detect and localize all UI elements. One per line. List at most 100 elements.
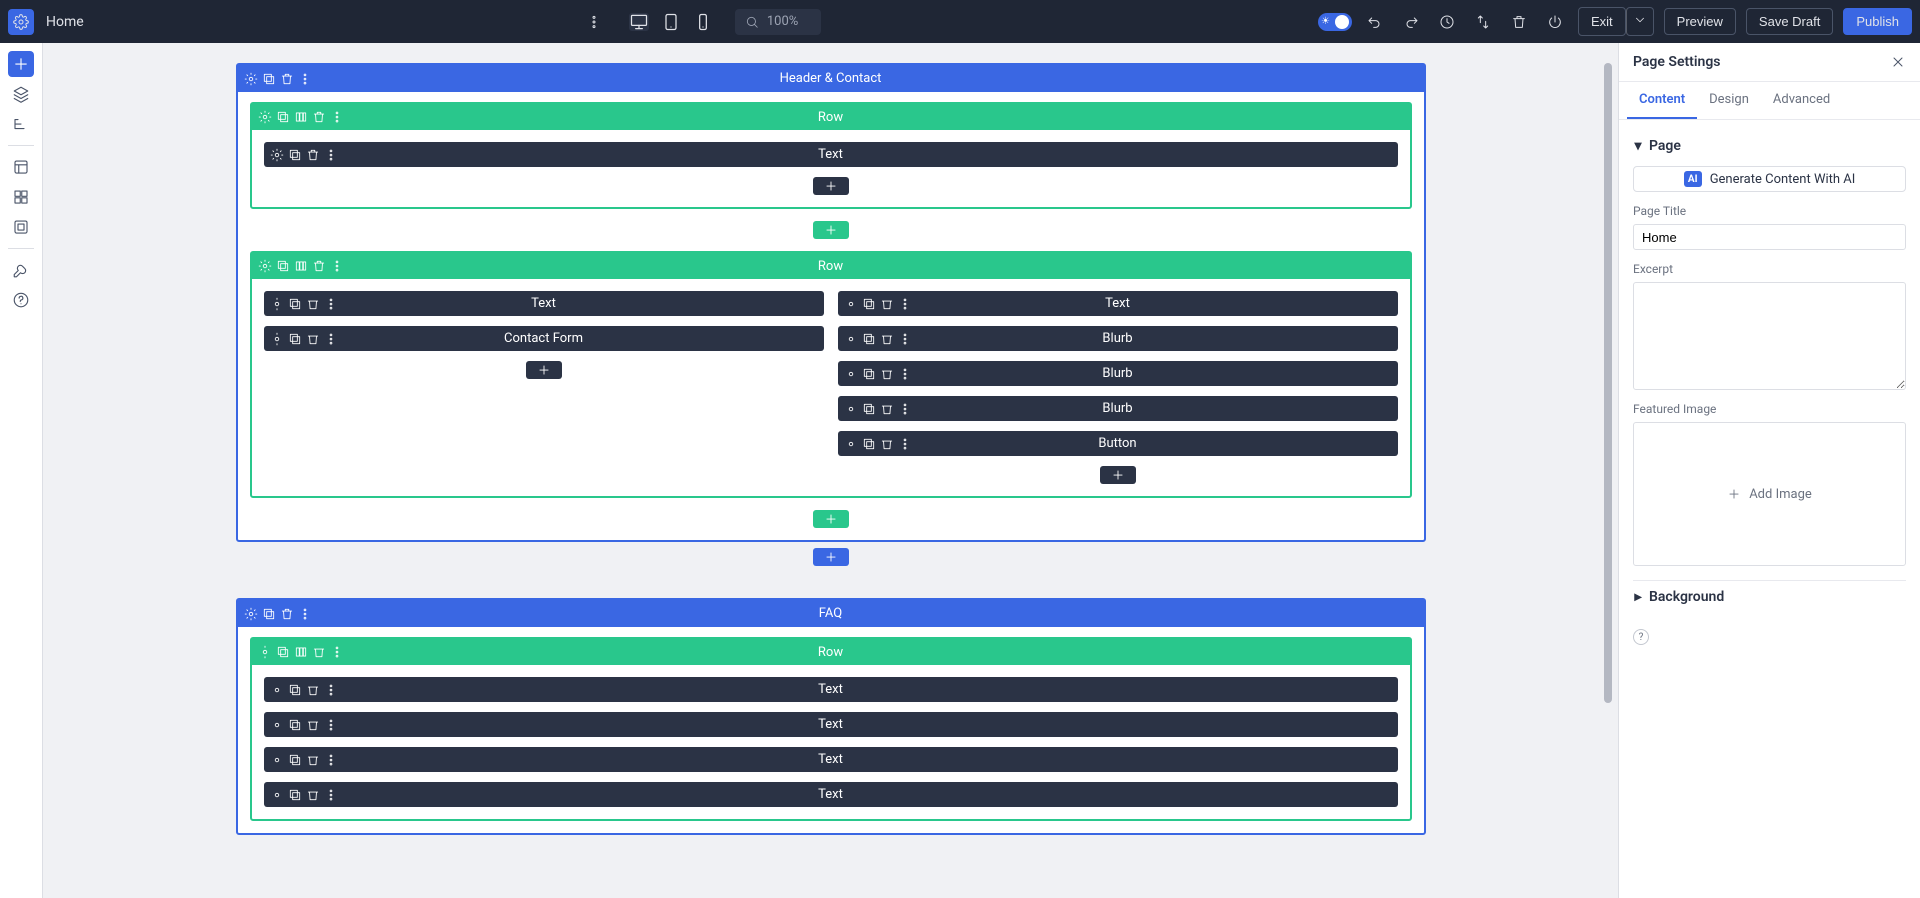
more-icon[interactable] (330, 645, 344, 659)
trash-icon[interactable] (306, 148, 320, 162)
trash-icon[interactable] (312, 110, 326, 124)
module-text[interactable]: Text (264, 291, 824, 316)
row-block[interactable]: Row Text (250, 102, 1412, 209)
help-icon[interactable]: ? (1633, 629, 1649, 645)
more-icon[interactable] (324, 788, 338, 802)
duplicate-icon[interactable] (862, 402, 876, 416)
duplicate-icon[interactable] (288, 297, 302, 311)
desktop-icon[interactable] (629, 13, 649, 31)
duplicate-icon[interactable] (276, 645, 290, 659)
gear-icon[interactable] (270, 297, 284, 311)
trash-icon[interactable] (1506, 9, 1532, 35)
gear-icon[interactable] (270, 148, 284, 162)
background-section-toggle[interactable]: ▸ Background (1633, 589, 1906, 605)
columns-icon[interactable] (294, 645, 308, 659)
module-blurb[interactable]: Blurb (838, 396, 1398, 421)
gear-icon[interactable] (244, 72, 258, 86)
more-icon[interactable] (898, 402, 912, 416)
tablet-icon[interactable] (661, 13, 681, 31)
module-contact-form[interactable]: Contact Form (264, 326, 824, 351)
preview-button[interactable]: Preview (1664, 8, 1736, 35)
module-blurb[interactable]: Blurb (838, 361, 1398, 386)
add-section-button[interactable] (813, 548, 849, 566)
theme-builder-icon[interactable] (8, 154, 34, 180)
more-icon[interactable] (898, 367, 912, 381)
duplicate-icon[interactable] (262, 607, 276, 621)
page-title-input[interactable] (1633, 224, 1906, 250)
row-block[interactable]: Row (250, 251, 1412, 498)
trash-icon[interactable] (880, 367, 894, 381)
duplicate-icon[interactable] (276, 259, 290, 273)
gear-icon[interactable] (270, 332, 284, 346)
trash-icon[interactable] (312, 259, 326, 273)
section-faq[interactable]: FAQ R (236, 598, 1426, 835)
module-text[interactable]: Text (838, 291, 1398, 316)
module-text[interactable]: Text (264, 712, 1398, 737)
gear-icon[interactable] (844, 297, 858, 311)
duplicate-icon[interactable] (862, 297, 876, 311)
more-options-icon[interactable] (581, 9, 607, 35)
row-block[interactable]: Row Text Text Text Text (250, 637, 1412, 821)
module-text[interactable]: Text (264, 142, 1398, 167)
more-icon[interactable] (324, 683, 338, 697)
more-icon[interactable] (298, 607, 312, 621)
dark-mode-toggle[interactable]: ☀ (1318, 13, 1352, 31)
power-icon[interactable] (1542, 9, 1568, 35)
gear-icon[interactable] (844, 402, 858, 416)
gear-icon[interactable] (270, 788, 284, 802)
theme-options-icon[interactable] (8, 184, 34, 210)
duplicate-icon[interactable] (288, 683, 302, 697)
more-icon[interactable] (898, 332, 912, 346)
trash-icon[interactable] (306, 332, 320, 346)
portability-icon[interactable] (1470, 9, 1496, 35)
more-icon[interactable] (324, 332, 338, 346)
exit-button[interactable]: Exit (1578, 7, 1626, 36)
add-row-button[interactable] (813, 510, 849, 528)
publish-button[interactable]: Publish (1843, 8, 1912, 35)
section-header-bar[interactable]: FAQ (238, 600, 1424, 627)
more-icon[interactable] (898, 297, 912, 311)
tab-content[interactable]: Content (1627, 82, 1697, 119)
add-module-button[interactable] (8, 51, 34, 77)
excerpt-textarea[interactable] (1633, 282, 1906, 390)
gear-icon[interactable] (258, 110, 272, 124)
page-section-toggle[interactable]: ▾ Page (1633, 138, 1906, 154)
trash-icon[interactable] (880, 402, 894, 416)
tab-design[interactable]: Design (1697, 82, 1761, 119)
gear-icon[interactable] (844, 332, 858, 346)
layers-icon[interactable] (8, 81, 34, 107)
trash-icon[interactable] (312, 645, 326, 659)
save-draft-button[interactable]: Save Draft (1746, 8, 1833, 35)
duplicate-icon[interactable] (288, 148, 302, 162)
more-icon[interactable] (324, 297, 338, 311)
add-module-button[interactable] (526, 361, 562, 379)
more-icon[interactable] (298, 72, 312, 86)
gear-icon[interactable] (258, 645, 272, 659)
gear-icon[interactable] (244, 607, 258, 621)
canvas[interactable]: Header & Contact (43, 43, 1618, 898)
gear-icon[interactable] (258, 259, 272, 273)
tools-icon[interactable] (8, 257, 34, 283)
module-button[interactable]: Button (838, 431, 1398, 456)
duplicate-icon[interactable] (276, 110, 290, 124)
trash-icon[interactable] (306, 788, 320, 802)
duplicate-icon[interactable] (288, 788, 302, 802)
more-icon[interactable] (324, 753, 338, 767)
structure-icon[interactable] (8, 111, 34, 137)
duplicate-icon[interactable] (862, 367, 876, 381)
row-header-bar[interactable]: Row (252, 253, 1410, 279)
trash-icon[interactable] (880, 332, 894, 346)
trash-icon[interactable] (306, 718, 320, 732)
zoom-input[interactable]: 100% (735, 9, 821, 35)
trash-icon[interactable] (306, 683, 320, 697)
row-header-bar[interactable]: Row (252, 104, 1410, 130)
library-icon[interactable] (8, 214, 34, 240)
section-header-contact[interactable]: Header & Contact (236, 63, 1426, 542)
trash-icon[interactable] (880, 297, 894, 311)
columns-icon[interactable] (294, 110, 308, 124)
module-text[interactable]: Text (264, 747, 1398, 772)
trash-icon[interactable] (306, 753, 320, 767)
tab-advanced[interactable]: Advanced (1761, 82, 1842, 119)
row-header-bar[interactable]: Row (252, 639, 1410, 665)
redo-icon[interactable] (1398, 9, 1424, 35)
